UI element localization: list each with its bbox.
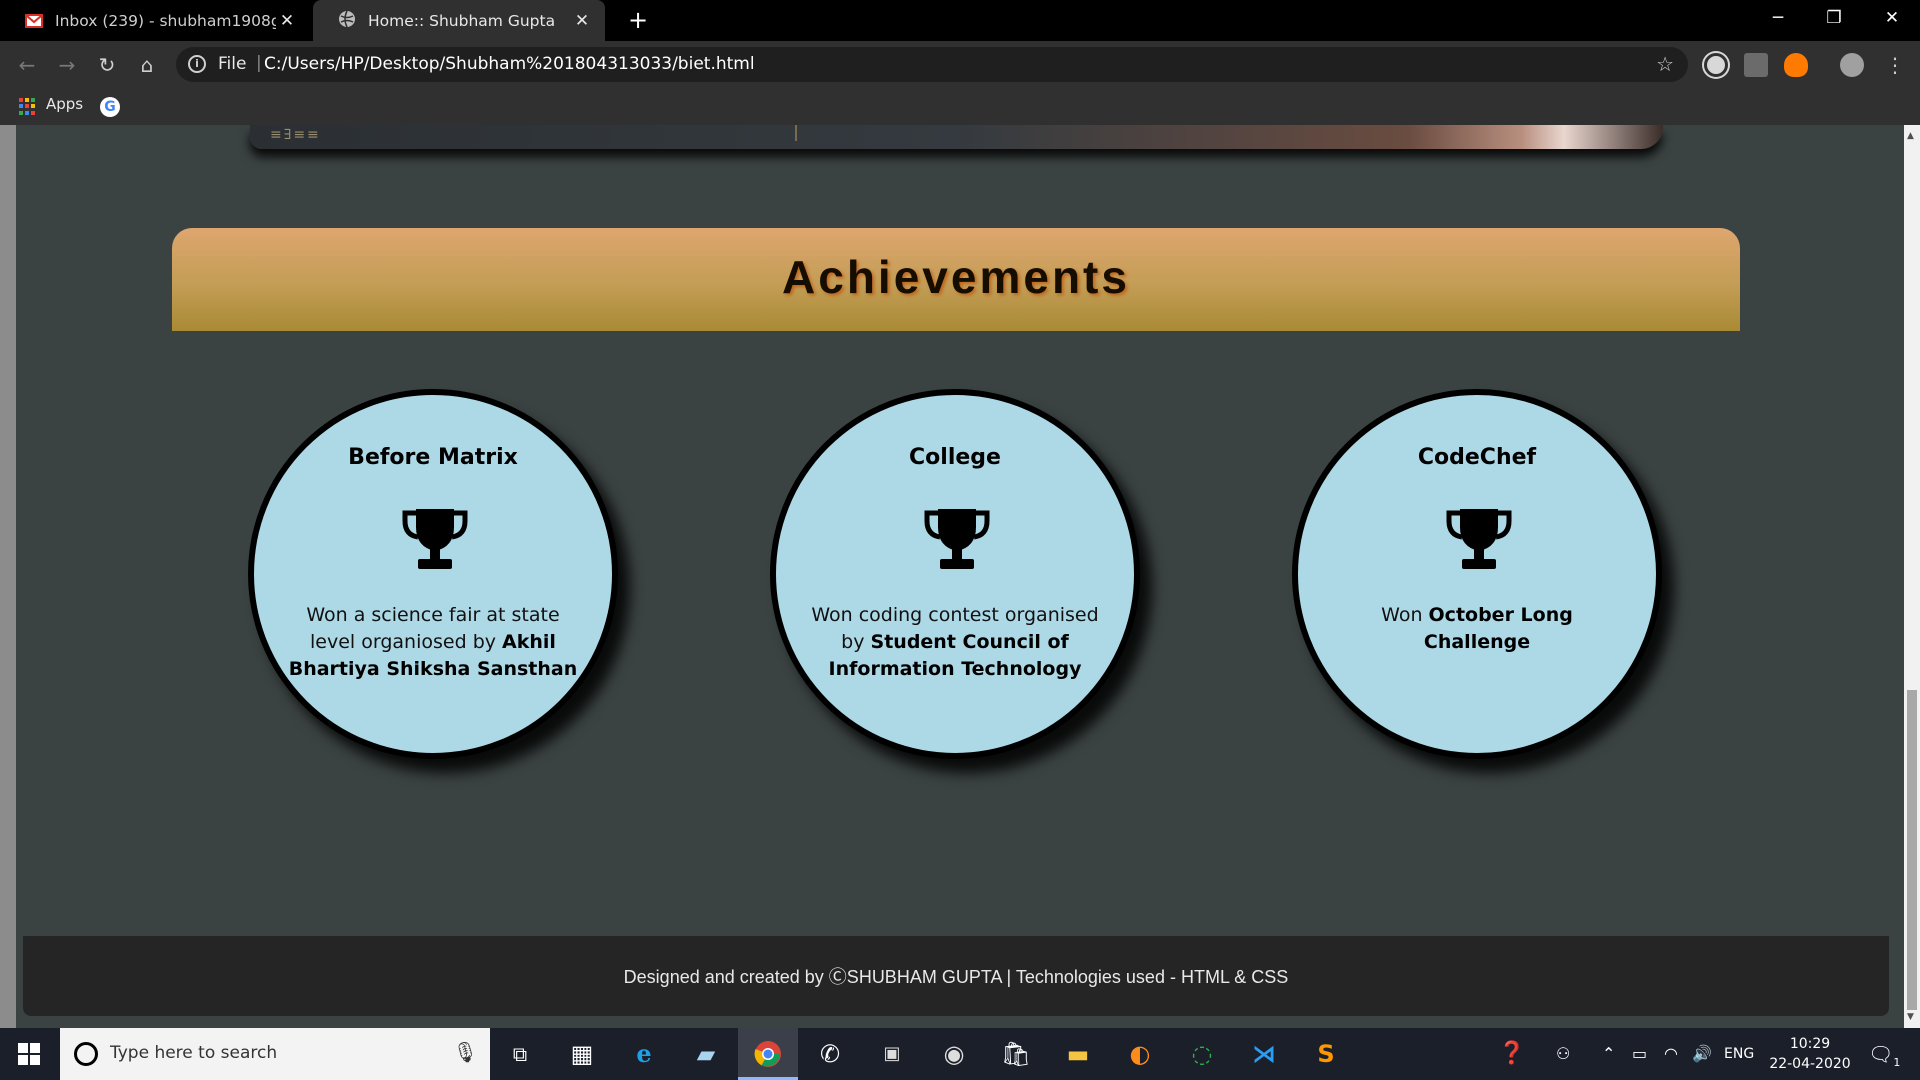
achievement-card-codechef: CodeChef Won October Long Challenge <box>1292 389 1662 759</box>
home-button[interactable]: ⌂ <box>132 51 162 79</box>
microphone-icon[interactable]: 🎙 <box>453 1040 478 1064</box>
back-button[interactable]: ← <box>12 51 42 79</box>
close-window-button[interactable]: ✕ <box>1864 0 1920 41</box>
scroll-thumb[interactable] <box>1907 690 1917 1010</box>
taskbar-search[interactable]: Type here to search 🎙 <box>60 1028 490 1080</box>
achievement-card-college: College Won coding contest organised by … <box>770 389 1140 759</box>
internet-explorer-icon[interactable]: e <box>614 1028 674 1080</box>
card-title: CodeChef <box>1417 445 1537 470</box>
scroll-up-icon[interactable]: ▲ <box>1907 131 1914 141</box>
vertical-scrollbar[interactable]: ▲ ▼ <box>1904 125 1920 1028</box>
card-description-bold: October Long Challenge <box>1423 604 1573 653</box>
achievements-title: Achievements <box>782 251 1130 303</box>
url-separator: | <box>256 53 262 73</box>
help-icon[interactable]: ❓ <box>1498 1028 1525 1080</box>
achievement-card-before-matrix: Before Matrix Won a science fair at stat… <box>248 389 618 759</box>
windows-taskbar: Type here to search 🎙 ⧉ ▦ e ▰ ✆ ▣ ◉ 🛍 ▬ … <box>0 1028 1920 1080</box>
book-spine-decoration: ≡∃≡≡ <box>270 127 321 143</box>
clock-date: 22-04-2020 <box>1769 1056 1851 1072</box>
scroll-down-icon[interactable]: ▼ <box>1907 1012 1914 1022</box>
card-description: Won October Long Challenge <box>1328 602 1626 656</box>
people-icon[interactable]: ⚇ <box>1556 1028 1570 1080</box>
url-scheme: File <box>218 54 247 74</box>
clock-time: 10:29 <box>1789 1036 1831 1052</box>
bookmarks-bar: Apps G <box>0 88 1920 125</box>
google-icon[interactable]: G <box>100 97 120 117</box>
tab-home-title: Home:: Shubham Gupta <box>368 11 556 30</box>
profile-photo-bottom: ≡∃≡≡ <box>250 125 1663 149</box>
whatsapp-icon[interactable]: ✆ <box>800 1028 860 1080</box>
calculator-icon[interactable]: ▦ <box>552 1028 612 1080</box>
tab-home[interactable]: Home:: Shubham Gupta ✕ <box>313 0 605 41</box>
file-explorer-icon[interactable]: ▬ <box>1048 1028 1108 1080</box>
page-viewport: ≡∃≡≡ Achievements Before Matrix Won a sc… <box>0 125 1920 1028</box>
apps-icon[interactable] <box>19 98 36 115</box>
card-title: Before Matrix <box>348 445 518 470</box>
cortana-icon <box>74 1042 98 1066</box>
card-title: College <box>909 445 1001 470</box>
volume-icon[interactable]: 🔊 <box>1692 1028 1712 1080</box>
address-bar[interactable]: i File | C:/Users/HP/Desktop/Shubham%201… <box>176 47 1688 82</box>
tab-inbox-close-icon[interactable]: ✕ <box>276 11 298 31</box>
store-icon[interactable]: 🛍 <box>986 1028 1046 1080</box>
show-hidden-icons-icon[interactable]: ⌃ <box>1602 1028 1615 1080</box>
battery-icon[interactable]: ▭ <box>1632 1028 1647 1080</box>
system-clock[interactable]: 10:29 22-04-2020 <box>1760 1034 1860 1074</box>
chrome-icon[interactable] <box>738 1028 798 1080</box>
tab-home-close-icon[interactable]: ✕ <box>571 11 593 31</box>
sync-app-icon[interactable]: ◌ <box>1172 1028 1232 1080</box>
footer-text: Designed and created by ⒸSHUBHAM GUPTA |… <box>623 967 1289 987</box>
forward-button[interactable]: → <box>52 51 82 79</box>
profile-avatar[interactable] <box>1840 53 1864 77</box>
page-footer: Designed and created by ⒸSHUBHAM GUPTA |… <box>23 936 1889 1016</box>
task-view-icon[interactable]: ⧉ <box>490 1028 550 1080</box>
search-placeholder: Type here to search <box>110 1043 278 1063</box>
media-player-icon[interactable]: ◉ <box>924 1028 984 1080</box>
tab-inbox-title: Inbox (239) - shubham1908gupt <box>55 11 276 30</box>
bookmark-star-icon[interactable]: ☆ <box>1656 52 1674 76</box>
card-description-plain: Won <box>1381 604 1429 626</box>
extension-timer-icon[interactable] <box>1704 53 1728 77</box>
browser-toolbar: ← → ↻ ⌂ i File | C:/Users/HP/Desktop/Shu… <box>0 41 1920 88</box>
vscode-icon[interactable]: ⋊ <box>1234 1028 1294 1080</box>
achievements-header: Achievements <box>172 228 1740 331</box>
language-indicator[interactable]: ENG <box>1724 1028 1754 1080</box>
url-text[interactable]: C:/Users/HP/Desktop/Shubham%201804313033… <box>264 54 1444 74</box>
menu-icon[interactable]: ⋮ <box>1880 51 1910 79</box>
wifi-icon[interactable]: ◠ <box>1664 1028 1678 1080</box>
sublime-text-icon[interactable]: S <box>1296 1028 1356 1080</box>
notification-center-icon[interactable]: 🗨1 <box>1868 1028 1900 1080</box>
card-description: Won coding contest organised by Student … <box>806 602 1104 683</box>
app-square-icon[interactable]: ▣ <box>862 1028 922 1080</box>
minimize-button[interactable]: ─ <box>1750 0 1806 41</box>
notification-count: 1 <box>1893 1056 1901 1069</box>
extension-fire-icon[interactable] <box>1784 53 1808 77</box>
restore-button[interactable]: ❐ <box>1806 0 1862 41</box>
info-icon[interactable]: i <box>188 55 206 73</box>
windows-start-icon[interactable] <box>0 1028 58 1080</box>
trophy-icon <box>402 509 468 569</box>
globe-icon <box>338 10 356 32</box>
tab-strip: Inbox (239) - shubham1908gupt ✕ Home:: S… <box>0 0 1920 41</box>
trophy-icon <box>1446 509 1512 569</box>
photo-divider <box>795 125 797 141</box>
gmail-icon <box>25 13 43 28</box>
firefox-icon[interactable]: ◐ <box>1110 1028 1170 1080</box>
apps-label[interactable]: Apps <box>46 95 83 113</box>
notes-app-icon[interactable]: ▰ <box>676 1028 736 1080</box>
trophy-icon <box>924 509 990 569</box>
extension-square-icon[interactable] <box>1744 53 1768 77</box>
card-description: Won a science fair at state level organi… <box>284 602 582 683</box>
page-left-border <box>0 125 16 1028</box>
tab-inbox[interactable]: Inbox (239) - shubham1908gupt ✕ <box>0 0 310 41</box>
reload-button[interactable]: ↻ <box>92 51 122 79</box>
new-tab-button[interactable]: + <box>624 6 652 34</box>
